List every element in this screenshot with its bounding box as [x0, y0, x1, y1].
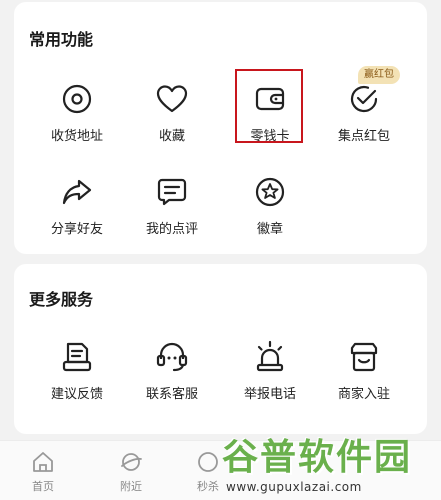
tab-nearby-label: 附近	[120, 480, 142, 493]
heart-icon	[156, 85, 188, 113]
favorites-label: 收藏	[158, 129, 185, 144]
flash-icon	[198, 452, 218, 472]
customer-service-label: 联系客服	[145, 387, 198, 402]
section-title-more: 更多服务	[29, 290, 94, 309]
check-circle-icon	[350, 85, 378, 113]
page: 常用功能 收货地址 收藏 零钱卡 集点红包 分享好友 我的点评 徽章 赢红包 更…	[0, 0, 441, 500]
common-functions-card: 常用功能 收货地址 收藏 零钱卡 集点红包 分享好友 我的点评 徽章	[14, 2, 427, 254]
share-friends-label: 分享好友	[50, 222, 103, 237]
location-pin-icon	[62, 84, 92, 114]
address-label: 收货地址	[50, 129, 103, 144]
tab-flash-sale[interactable]: 秒杀	[178, 449, 238, 494]
merchant-join-item[interactable]: 商家入驻	[319, 340, 409, 402]
my-reviews-label: 我的点评	[145, 222, 198, 237]
change-card-highlight-box	[235, 69, 303, 143]
feedback-item[interactable]: 建议反馈	[32, 340, 122, 402]
badges-item[interactable]: 徽章	[225, 175, 315, 237]
planet-icon	[121, 453, 142, 471]
address-item[interactable]: 收货地址	[32, 82, 122, 144]
collect-points-label: 集点红包	[337, 129, 390, 144]
bottom-tab-bar: 首页 附近 秒杀	[0, 440, 441, 500]
feedback-icon	[62, 342, 92, 372]
alarm-light-icon	[256, 340, 284, 372]
share-friends-item[interactable]: 分享好友	[32, 175, 122, 237]
more-services-card: 更多服务 建议反馈 联系客服 举报电话 商家入驻	[14, 264, 427, 434]
favorites-item[interactable]: 收藏	[127, 82, 217, 144]
headset-icon	[156, 342, 188, 372]
share-arrow-icon	[62, 179, 92, 205]
badges-label: 徽章	[256, 222, 283, 237]
report-hotline-item[interactable]: 举报电话	[225, 340, 315, 402]
store-icon	[350, 342, 378, 372]
star-medal-icon	[255, 177, 285, 207]
comment-icon	[157, 178, 187, 206]
tab-flash-sale-label: 秒杀	[197, 480, 219, 493]
tab-nearby[interactable]: 附近	[101, 449, 161, 494]
home-icon	[33, 452, 53, 472]
feedback-label: 建议反馈	[50, 387, 103, 402]
tab-home[interactable]: 首页	[13, 449, 73, 494]
merchant-join-label: 商家入驻	[337, 387, 390, 402]
section-title-common: 常用功能	[29, 30, 94, 49]
collect-points-item[interactable]: 集点红包	[319, 82, 409, 144]
tab-home-label: 首页	[32, 480, 54, 493]
win-red-packet-badge: 赢红包	[358, 66, 400, 84]
customer-service-item[interactable]: 联系客服	[127, 340, 217, 402]
report-hotline-label: 举报电话	[243, 387, 296, 402]
my-reviews-item[interactable]: 我的点评	[127, 175, 217, 237]
